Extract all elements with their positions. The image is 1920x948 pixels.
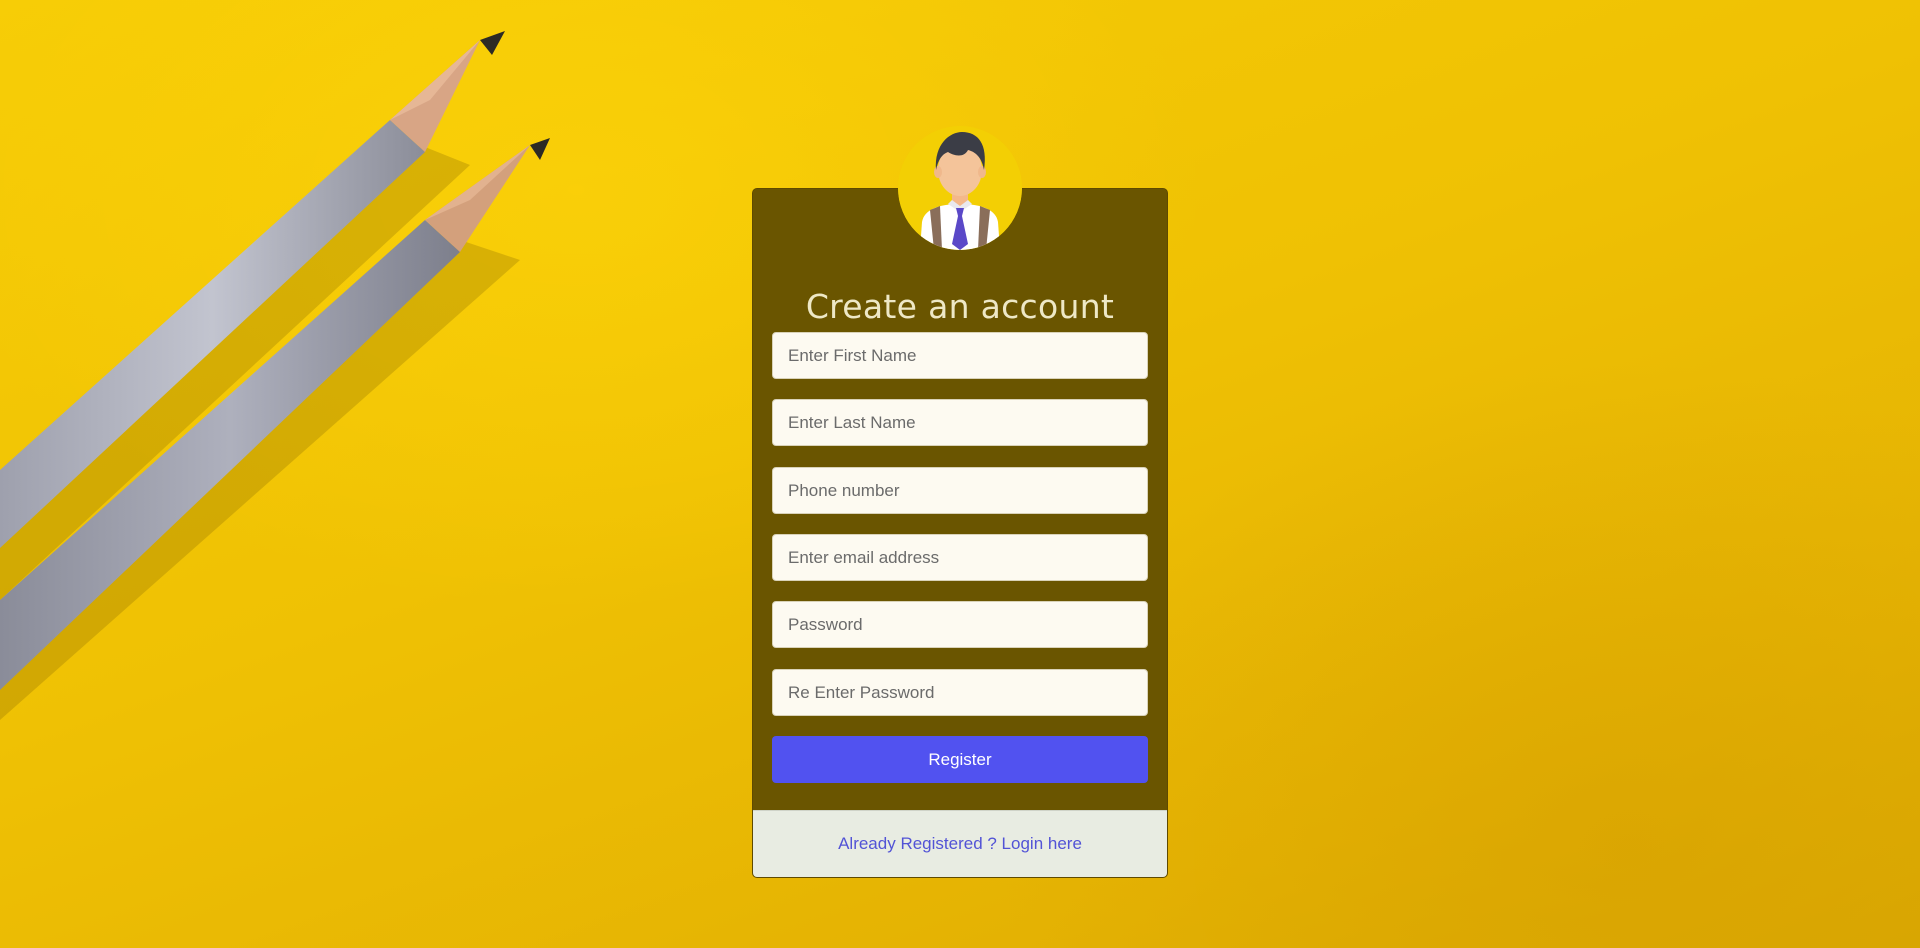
email-input[interactable] <box>772 534 1148 581</box>
phone-input[interactable] <box>772 467 1148 514</box>
user-avatar-icon <box>898 126 1022 250</box>
register-card: Create an account Register Already Regis… <box>752 188 1168 878</box>
first-name-input[interactable] <box>772 332 1148 379</box>
pencils-decoration <box>0 31 550 720</box>
card-footer: Already Registered ? Login here <box>753 810 1167 877</box>
register-button[interactable]: Register <box>772 736 1148 783</box>
page-title: Create an account <box>805 287 1115 327</box>
register-card-body: Create an account Register <box>753 189 1167 810</box>
password-input[interactable] <box>772 601 1148 648</box>
login-link[interactable]: Already Registered ? Login here <box>838 834 1082 854</box>
confirm-password-input[interactable] <box>772 669 1148 716</box>
last-name-input[interactable] <box>772 399 1148 446</box>
